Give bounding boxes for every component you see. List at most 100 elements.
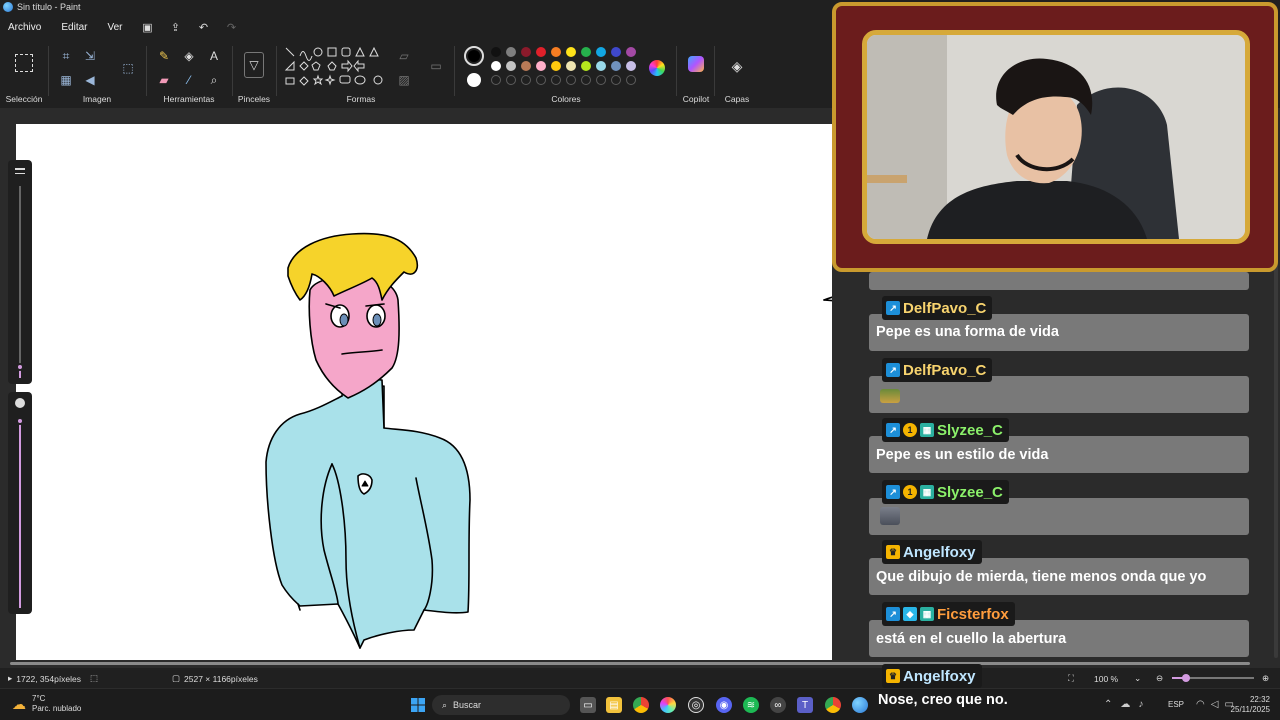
layers-icon[interactable]: ◈ — [729, 58, 745, 74]
custom-color-slot[interactable] — [491, 75, 501, 85]
copilot-icon[interactable] — [688, 56, 704, 72]
palette-swatch[interactable] — [611, 47, 621, 57]
cloud-icon[interactable]: ☁ — [1120, 699, 1138, 710]
select-rectangle-icon[interactable] — [15, 54, 33, 72]
brush-size-slider[interactable] — [8, 160, 32, 384]
outline-icon[interactable]: ▱ — [396, 48, 412, 64]
redo-icon[interactable]: ↷ — [225, 20, 239, 34]
teams-icon[interactable]: T — [797, 697, 813, 713]
windows-start-icon[interactable] — [410, 697, 426, 713]
share-icon[interactable]: ⇪ — [169, 20, 183, 34]
palette-swatch[interactable] — [596, 61, 606, 71]
palette-swatch[interactable] — [506, 61, 516, 71]
window-title: Sin título - Paint — [17, 2, 81, 12]
taskbar-search[interactable]: ⌕ Buscar — [432, 695, 570, 715]
magnifier-icon[interactable]: ⌕ — [206, 72, 222, 88]
app-icon[interactable]: ∞ — [770, 697, 786, 713]
palette-swatch[interactable] — [491, 61, 501, 71]
rotate-icon[interactable]: ◀ — [82, 72, 98, 88]
horizontal-scrollbar[interactable] — [0, 660, 1280, 668]
crop-icon[interactable]: ⌗ — [58, 48, 74, 64]
pencil-icon[interactable]: ✎ — [156, 48, 172, 64]
palette-swatch[interactable] — [626, 47, 636, 57]
slider-thumb[interactable] — [16, 363, 24, 371]
ribbon-divider — [454, 46, 455, 96]
color-picker-wheel-icon[interactable] — [649, 60, 665, 76]
custom-color-slot[interactable] — [581, 75, 591, 85]
discord-icon[interactable]: ◉ — [716, 697, 732, 713]
palette-swatch[interactable] — [566, 47, 576, 57]
palette-swatch[interactable] — [581, 47, 591, 57]
select-image-icon[interactable]: ⬚ — [120, 60, 136, 76]
custom-color-slot[interactable] — [596, 75, 606, 85]
palette-swatch[interactable] — [596, 47, 606, 57]
chrome-icon[interactable] — [633, 697, 649, 713]
save-icon[interactable]: ▣ — [141, 20, 155, 34]
clock[interactable]: 22:32 25/11/2025 — [1231, 695, 1270, 715]
text-tool-icon[interactable]: A — [206, 48, 222, 64]
task-view-icon[interactable]: ▭ — [580, 697, 596, 713]
moderator-icon: ↗ — [886, 485, 900, 499]
shapes-gallery-icon[interactable] — [284, 46, 388, 94]
menu-file[interactable]: Archivo — [0, 22, 49, 33]
spotify-icon[interactable]: ≋ — [743, 697, 759, 713]
chrome-alt-icon[interactable] — [825, 697, 841, 713]
palette-swatch[interactable] — [521, 47, 531, 57]
chat-username: Ficsterfox — [937, 605, 1009, 623]
color-picker-icon[interactable]: ⁄ — [181, 72, 197, 88]
primary-color-swatch[interactable] — [464, 46, 484, 66]
custom-color-slot[interactable] — [626, 75, 636, 85]
palette-swatch[interactable] — [491, 47, 501, 57]
shape-options-icon[interactable]: ▭ — [428, 58, 444, 74]
palette-swatch[interactable] — [536, 61, 546, 71]
resize-icon[interactable]: ⇲ — [82, 48, 98, 64]
shapes-label: Formas — [346, 94, 376, 104]
fill-icon[interactable]: ▨ — [396, 72, 412, 88]
eraser-icon[interactable]: ▰ — [156, 72, 172, 88]
palette-swatch[interactable] — [536, 47, 546, 57]
zoom-select[interactable]: 100 % ⌄ — [1094, 673, 1141, 684]
mic-icon[interactable]: ♪ — [1138, 699, 1151, 710]
opacity-slider-thumb[interactable] — [16, 417, 24, 425]
menu-edit[interactable]: Editar — [53, 22, 95, 33]
cube-icon: ◆ — [903, 607, 917, 621]
menu-view[interactable]: Ver — [99, 22, 130, 33]
palette-swatch[interactable] — [551, 47, 561, 57]
ribbon-divider — [146, 46, 147, 96]
paint-taskbar-icon[interactable] — [852, 697, 868, 713]
custom-color-slot[interactable] — [566, 75, 576, 85]
palette-swatch[interactable] — [566, 61, 576, 71]
obs-icon[interactable]: ◎ — [688, 697, 704, 713]
palette-swatch[interactable] — [551, 61, 561, 71]
weather-widget[interactable]: ☁ 7°C Parc. nublado — [12, 694, 81, 714]
scrollbar-thumb[interactable] — [10, 662, 1250, 665]
drawing-canvas[interactable] — [16, 124, 832, 660]
streamer-webcam-image — [867, 35, 1245, 239]
chat-text: Pepe es un estilo de vida — [876, 447, 1049, 463]
zoom-slider-thumb[interactable] — [1182, 674, 1190, 682]
zoom-slider[interactable] — [1172, 674, 1254, 682]
zoom-out-icon[interactable]: ⊖ — [1156, 673, 1163, 684]
brush-icon[interactable]: ▽ — [244, 52, 264, 78]
custom-color-slot[interactable] — [536, 75, 546, 85]
chevron-up-icon[interactable]: ⌃ — [1104, 699, 1120, 710]
opacity-slider[interactable] — [8, 392, 32, 614]
palette-swatch[interactable] — [611, 61, 621, 71]
palette-swatch[interactable] — [506, 47, 516, 57]
background-remove-icon[interactable]: ▦ — [58, 72, 74, 88]
custom-color-slot[interactable] — [506, 75, 516, 85]
custom-color-slot[interactable] — [611, 75, 621, 85]
fill-bucket-icon[interactable]: ◈ — [181, 48, 197, 64]
fit-to-window-icon[interactable]: ⛶ — [1068, 673, 1074, 684]
zoom-in-icon[interactable]: ⊕ — [1262, 673, 1269, 684]
palette-swatch[interactable] — [626, 61, 636, 71]
file-explorer-icon[interactable]: ▤ — [606, 697, 622, 713]
color-app-icon[interactable] — [660, 697, 676, 713]
undo-icon[interactable]: ↶ — [197, 20, 211, 34]
secondary-color-swatch[interactable] — [467, 73, 481, 87]
palette-swatch[interactable] — [581, 61, 591, 71]
custom-color-slot[interactable] — [521, 75, 531, 85]
custom-color-slot[interactable] — [551, 75, 561, 85]
palette-swatch[interactable] — [521, 61, 531, 71]
keyboard-language[interactable]: ESP — [1168, 700, 1184, 709]
